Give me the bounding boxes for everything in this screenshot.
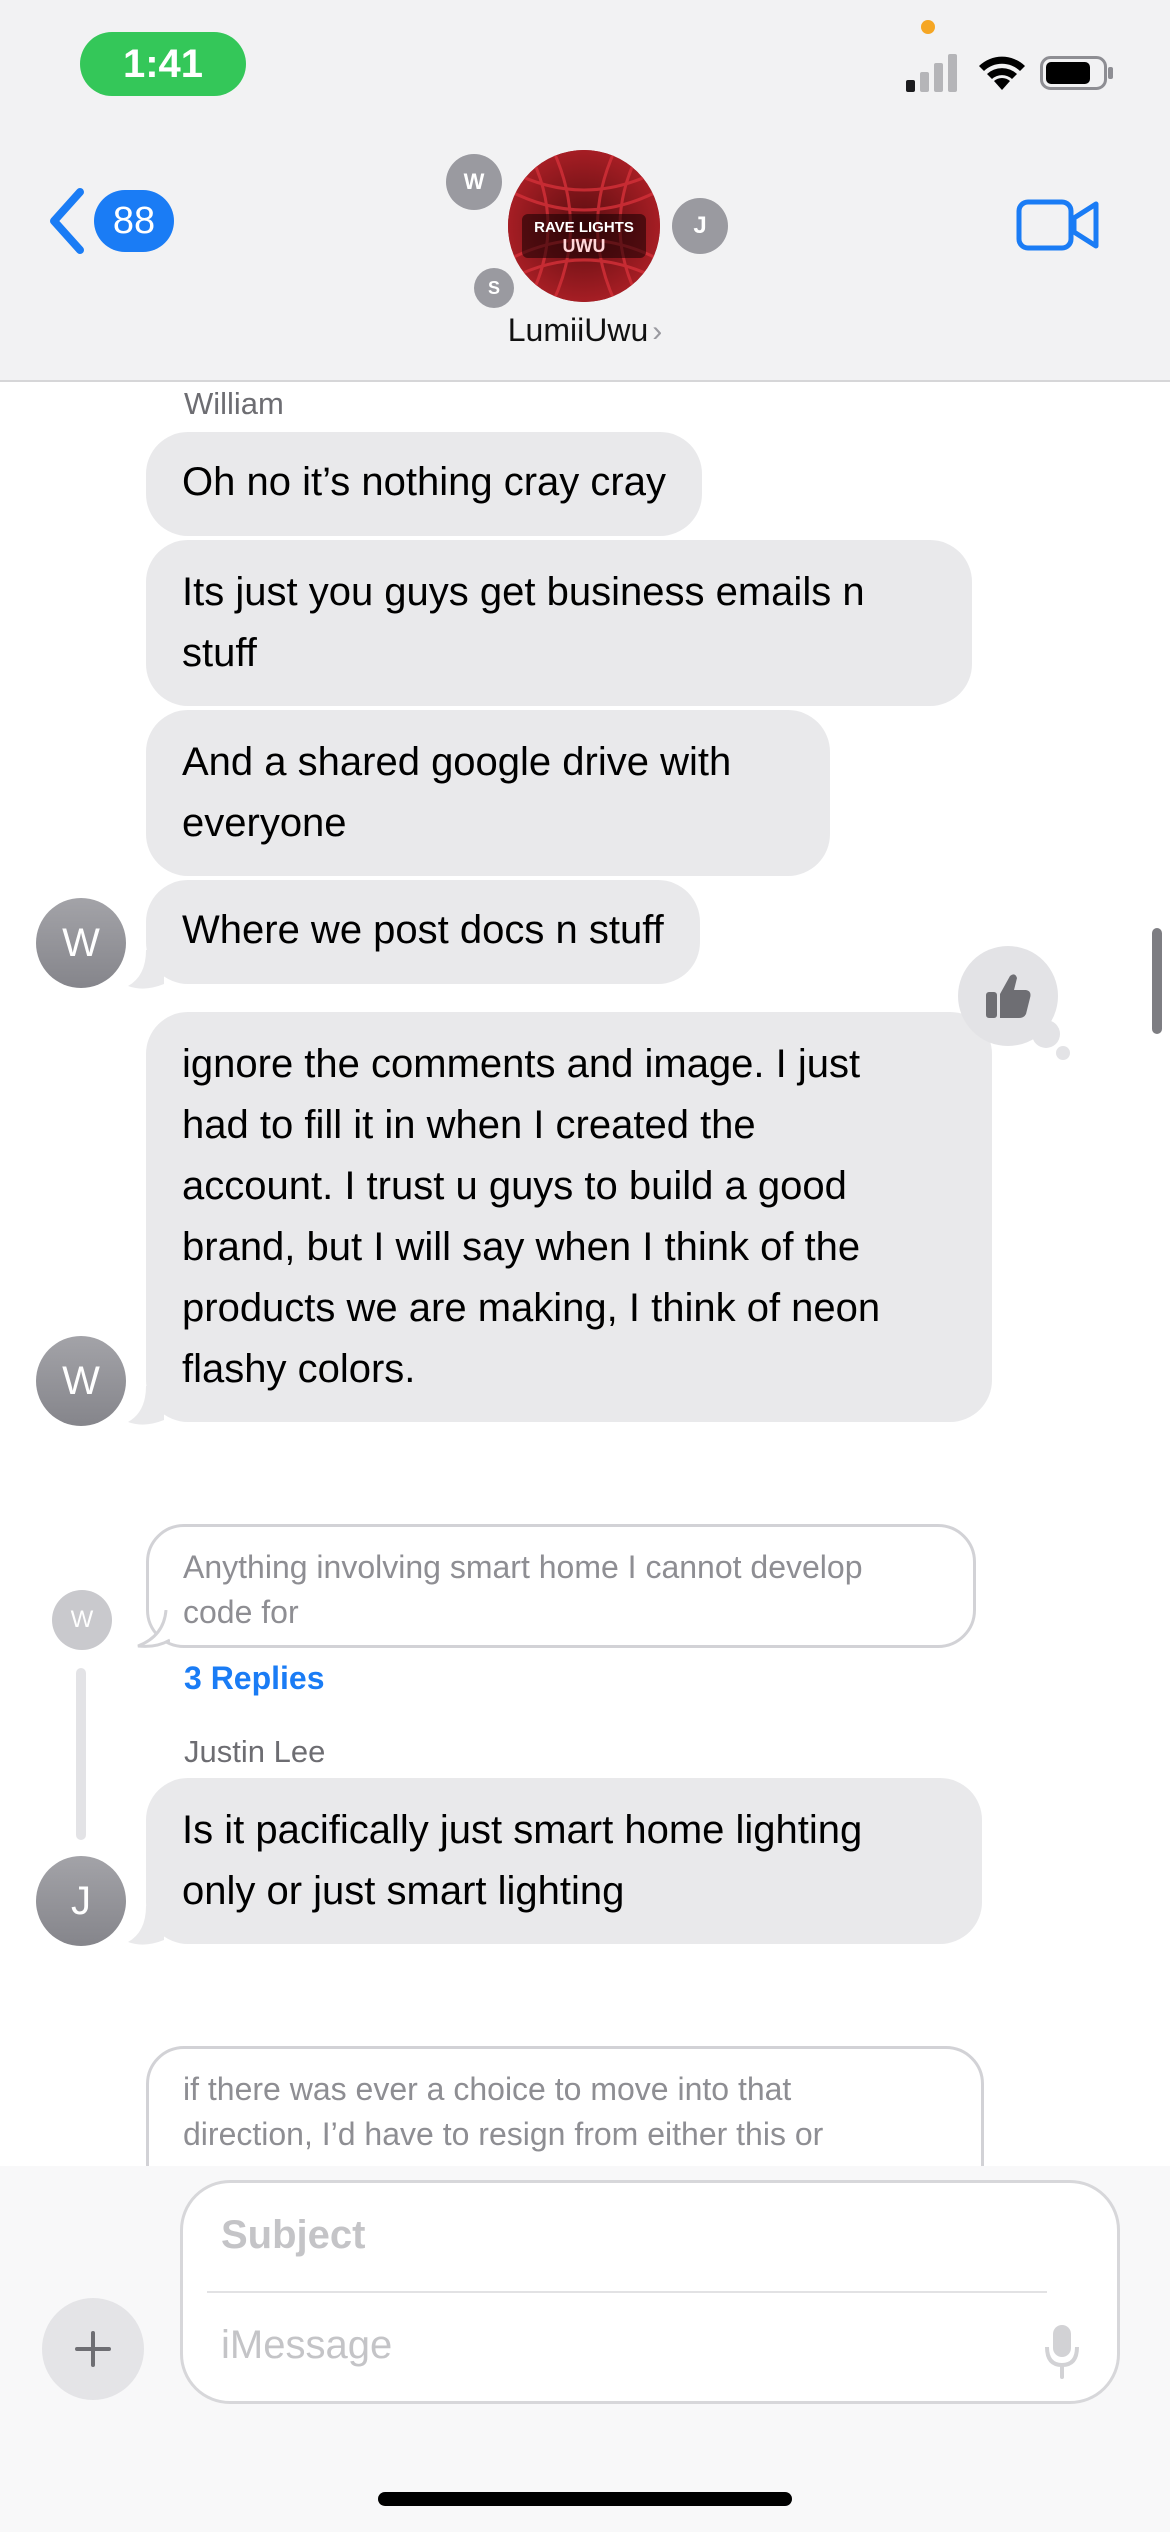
message-bubble[interactable]: Is it pacifically just smart home lighti… (146, 1778, 982, 1944)
chevron-left-icon (50, 188, 84, 254)
message-text: And a shared google drive with everyone (182, 740, 732, 845)
quoted-text: if there was ever a choice to move into … (183, 2071, 824, 2152)
status-time[interactable]: 1:41 (80, 32, 246, 96)
tapback-tail-dot (1056, 1046, 1070, 1060)
cellular-signal-icon (906, 54, 957, 92)
plus-icon (75, 2331, 111, 2367)
group-name-button[interactable]: LumiiUwu › (0, 312, 1170, 349)
quoted-text: Anything involving smart home I cannot d… (183, 1549, 863, 1630)
group-avatar[interactable]: RAVE LIGHTS UWU (508, 150, 660, 302)
compose-box[interactable]: Subject iMessage (180, 2180, 1120, 2404)
video-call-icon[interactable] (1016, 196, 1100, 254)
sender-avatar[interactable]: W (36, 898, 126, 988)
message-text: Where we post docs n stuff (182, 908, 664, 952)
sender-avatar[interactable]: J (36, 1856, 126, 1946)
bubble-tail (137, 1610, 170, 1648)
group-avatar-image: RAVE LIGHTS UWU (508, 150, 660, 302)
sender-name: Justin Lee (184, 1734, 326, 1769)
microphone-icon[interactable] (1045, 2323, 1079, 2379)
replies-link[interactable]: 3 Replies (184, 1660, 325, 1697)
status-bar: 1:41 (0, 0, 1170, 130)
back-button[interactable]: 88 (46, 186, 174, 256)
privacy-indicator-dot (921, 20, 935, 34)
apps-plus-button[interactable] (42, 2298, 144, 2400)
message-bubble[interactable]: Oh no it’s nothing cray cray (146, 432, 702, 536)
message-bubble[interactable]: Its just you guys get business emails n … (146, 540, 972, 706)
chevron-right-icon: › (652, 315, 663, 348)
unread-count-badge: 88 (94, 190, 174, 252)
wifi-icon (979, 56, 1025, 90)
compose-divider (207, 2291, 1047, 2293)
participant-avatar-w[interactable]: W (446, 154, 502, 210)
subject-field[interactable]: Subject (221, 2213, 365, 2258)
bubble-tail (128, 1906, 164, 1945)
participant-avatar-s[interactable]: S (474, 268, 514, 308)
group-name: LumiiUwu (507, 312, 649, 348)
thread-line (76, 1668, 86, 1840)
bubble-tail (128, 950, 164, 989)
message-text: Its just you guys get business emails n … (182, 570, 865, 675)
group-avatar-text-top: RAVE LIGHTS (534, 219, 634, 236)
battery-icon (1040, 56, 1113, 90)
conversation-header: 88 W J S RAVE LIGHTS UWU LumiiUwu › (0, 130, 1170, 382)
message-text: Oh no it’s nothing cray cray (182, 460, 666, 504)
thumbs-up-icon (986, 974, 1031, 1018)
sender-name: William (184, 386, 284, 421)
home-indicator[interactable] (378, 2492, 792, 2506)
tapback-tail-dot (1032, 1020, 1060, 1048)
participant-avatar-j[interactable]: J (672, 198, 728, 254)
message-bubble[interactable]: Where we post docs n stuff (146, 880, 700, 984)
message-input[interactable]: iMessage (221, 2323, 392, 2368)
bubble-tail (128, 1386, 164, 1425)
reply-quote-bubble[interactable]: Anything involving smart home I cannot d… (146, 1524, 976, 1648)
group-avatar-text-bottom: UWU (563, 236, 606, 256)
message-bubble[interactable]: ignore the comments and image. I just ha… (146, 1012, 992, 1422)
scrollbar[interactable] (1152, 928, 1162, 1034)
message-text: Is it pacifically just smart home lighti… (182, 1808, 863, 1913)
sender-avatar[interactable]: W (36, 1336, 126, 1426)
message-bubble[interactable]: And a shared google drive with everyone (146, 710, 830, 876)
message-text: ignore the comments and image. I just ha… (182, 1042, 881, 1391)
quoted-sender-avatar[interactable]: W (52, 1590, 112, 1650)
